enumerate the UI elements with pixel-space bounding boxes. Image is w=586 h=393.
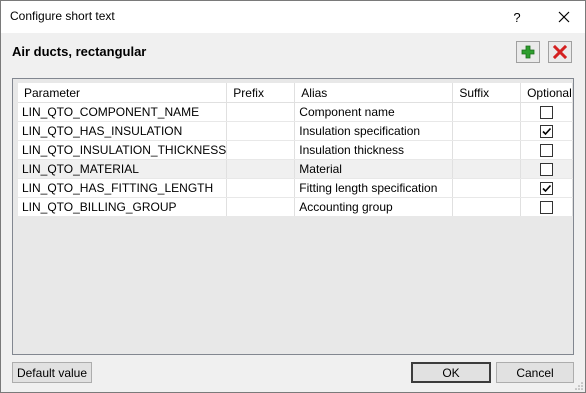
table-row[interactable]: LIN_QTO_HAS_INSULATION Insulation specif… bbox=[18, 121, 573, 141]
cell-parameter[interactable]: LIN_QTO_BILLING_GROUP bbox=[18, 197, 228, 217]
window-title: Configure short text bbox=[10, 9, 115, 23]
default-value-button[interactable]: Default value bbox=[12, 362, 92, 383]
parameter-grid[interactable]: Parameter Prefix Alias Suffix Optional L… bbox=[12, 78, 574, 355]
dialog-window: Configure short text ? Air ducts, rectan… bbox=[0, 0, 586, 393]
cell-alias[interactable]: Component name bbox=[294, 102, 454, 122]
cell-optional bbox=[520, 197, 573, 217]
table-header-row: Parameter Prefix Alias Suffix Optional bbox=[18, 83, 573, 103]
optional-checkbox[interactable] bbox=[540, 163, 554, 177]
column-header-parameter[interactable]: Parameter bbox=[18, 83, 228, 103]
cancel-button[interactable]: Cancel bbox=[496, 362, 574, 383]
column-header-optional[interactable]: Optional bbox=[520, 83, 573, 103]
close-button[interactable] bbox=[547, 1, 581, 33]
cell-prefix[interactable] bbox=[226, 197, 296, 217]
cell-suffix[interactable] bbox=[452, 178, 522, 198]
cell-optional bbox=[520, 159, 573, 179]
cell-parameter[interactable]: LIN_QTO_HAS_INSULATION bbox=[18, 121, 228, 141]
table-row[interactable]: LIN_QTO_COMPONENT_NAME Component name bbox=[18, 102, 573, 122]
resize-grip-icon[interactable] bbox=[574, 381, 584, 391]
optional-checkbox[interactable] bbox=[540, 125, 554, 139]
table-row[interactable]: LIN_QTO_INSULATION_THICKNESS Insulation … bbox=[18, 140, 573, 160]
cell-alias[interactable]: Insulation thickness bbox=[294, 140, 454, 160]
cell-prefix[interactable] bbox=[226, 121, 296, 141]
column-header-alias[interactable]: Alias bbox=[294, 83, 454, 103]
parameter-table: Parameter Prefix Alias Suffix Optional L… bbox=[18, 83, 573, 217]
column-header-suffix[interactable]: Suffix bbox=[452, 83, 522, 103]
cell-alias[interactable]: Accounting group bbox=[294, 197, 454, 217]
cell-suffix[interactable] bbox=[452, 159, 522, 179]
cell-prefix[interactable] bbox=[226, 102, 296, 122]
cell-optional bbox=[520, 102, 573, 122]
optional-checkbox[interactable] bbox=[540, 106, 554, 120]
checkmark-icon bbox=[542, 128, 552, 136]
cell-optional bbox=[520, 140, 573, 160]
add-row-button[interactable] bbox=[516, 41, 540, 63]
cell-parameter[interactable]: LIN_QTO_MATERIAL bbox=[18, 159, 228, 179]
cell-optional bbox=[520, 121, 573, 141]
cell-alias[interactable]: Fitting length specification bbox=[294, 178, 454, 198]
cell-prefix[interactable] bbox=[226, 140, 296, 160]
cell-suffix[interactable] bbox=[452, 121, 522, 141]
cell-parameter[interactable]: LIN_QTO_INSULATION_THICKNESS bbox=[18, 140, 228, 160]
cell-prefix[interactable] bbox=[226, 178, 296, 198]
cell-alias[interactable]: Insulation specification bbox=[294, 121, 454, 141]
table-row[interactable]: LIN_QTO_BILLING_GROUP Accounting group bbox=[18, 197, 573, 217]
plus-icon bbox=[521, 45, 535, 59]
cell-optional bbox=[520, 178, 573, 198]
ok-button[interactable]: OK bbox=[411, 362, 491, 383]
cell-suffix[interactable] bbox=[452, 197, 522, 217]
table-row[interactable]: LIN_QTO_HAS_FITTING_LENGTH Fitting lengt… bbox=[18, 178, 573, 198]
cell-suffix[interactable] bbox=[452, 102, 522, 122]
title-bar: Configure short text ? bbox=[1, 1, 585, 33]
component-title: Air ducts, rectangular bbox=[12, 44, 147, 59]
table-row-selected[interactable]: LIN_QTO_MATERIAL Material bbox=[18, 159, 573, 179]
optional-checkbox[interactable] bbox=[540, 182, 554, 196]
close-icon bbox=[558, 11, 570, 23]
delete-row-button[interactable] bbox=[548, 41, 572, 63]
optional-checkbox[interactable] bbox=[540, 201, 554, 215]
help-button[interactable]: ? bbox=[501, 1, 533, 33]
delete-icon bbox=[553, 45, 567, 59]
column-header-prefix[interactable]: Prefix bbox=[226, 83, 296, 103]
cell-prefix[interactable] bbox=[226, 159, 296, 179]
cell-parameter[interactable]: LIN_QTO_COMPONENT_NAME bbox=[18, 102, 228, 122]
cell-alias[interactable]: Material bbox=[294, 159, 454, 179]
optional-checkbox[interactable] bbox=[540, 144, 554, 158]
checkmark-icon bbox=[542, 185, 552, 193]
cell-parameter[interactable]: LIN_QTO_HAS_FITTING_LENGTH bbox=[18, 178, 228, 198]
cell-suffix[interactable] bbox=[452, 140, 522, 160]
